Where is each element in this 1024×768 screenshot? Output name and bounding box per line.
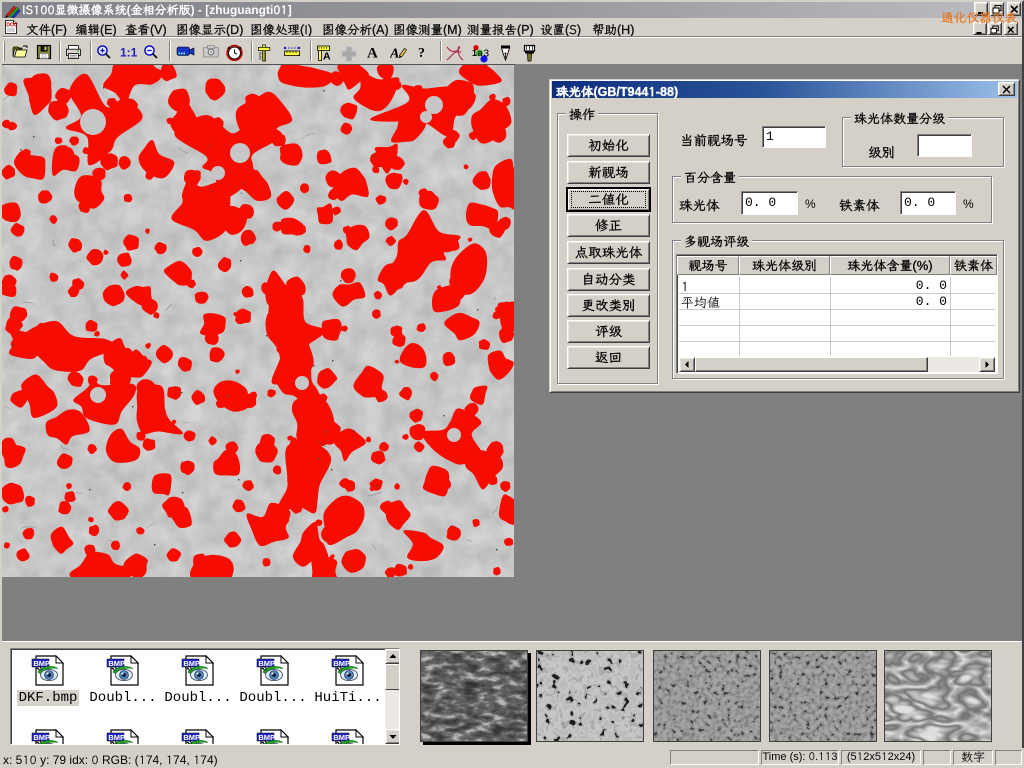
svg-text:A: A <box>390 47 399 61</box>
svg-text:?: ? <box>418 46 425 60</box>
svg-text:DOC: DOC <box>6 23 18 29</box>
svg-text:A: A <box>323 51 331 62</box>
svg-text:1:1: 1:1 <box>120 46 137 60</box>
svg-text:A: A <box>367 46 378 61</box>
